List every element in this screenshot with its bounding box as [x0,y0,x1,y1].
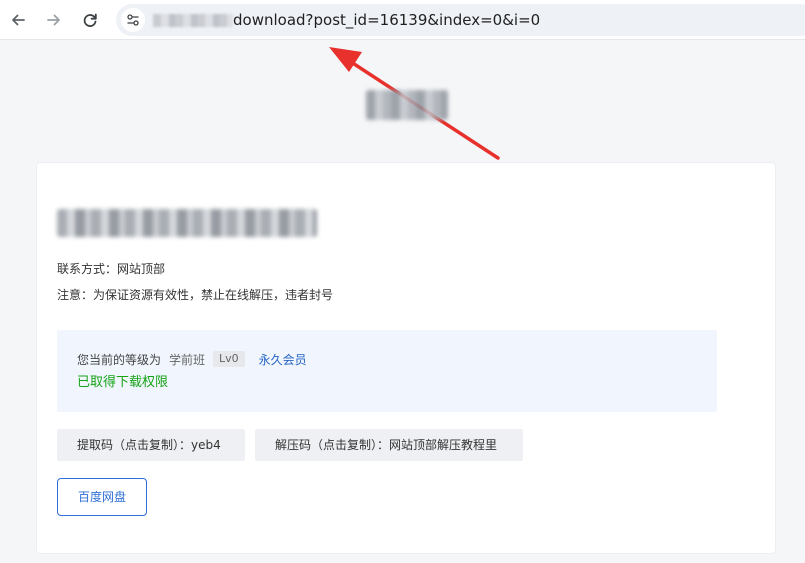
extract-code-chip[interactable]: 提取码（点击复制）：yeb4 [57,429,245,461]
baidu-pan-download-button[interactable]: 百度网盘 [57,478,147,516]
back-button[interactable] [6,8,30,32]
contact-info: 联系方式：网站顶部 [57,262,166,276]
redacted-site-logo [366,90,448,120]
browser-toolbar: download?post_id=16139&index=0&i=0 [0,0,805,40]
redacted-post-title [57,209,317,237]
url-text: download?post_id=16139&index=0&i=0 [233,11,541,29]
download-card: 联系方式：网站顶部 注意：为保证资源有效性，禁止在线解压，违者封号 您当前的等级… [36,162,776,554]
permission-status: 已取得下载权限 [77,375,169,390]
notice-text: 注意：为保证资源有效性，禁止在线解压，违者封号 [57,288,334,302]
level-label: 您当前的等级为 [77,352,162,367]
site-info-button[interactable] [121,8,145,32]
level-badge: Lv0 [213,351,245,367]
arrow-left-icon [12,14,25,26]
forward-button[interactable] [42,8,66,32]
member-link[interactable]: 永久会员 [259,351,307,368]
arrow-right-icon [47,14,60,26]
permission-row: 您当前的等级为 学前班 Lv0 永久会员 [77,350,307,368]
redacted-domain [153,14,233,27]
address-bar[interactable]: download?post_id=16139&index=0&i=0 [116,4,805,36]
reload-icon [83,13,97,27]
reload-button[interactable] [78,8,102,32]
level-name: 学前班 [169,352,206,367]
site-settings-icon [127,14,139,26]
permission-box: 您当前的等级为 学前班 Lv0 永久会员 已取得下载权限 [57,330,717,412]
unzip-code-chip[interactable]: 解压码（点击复制）：网站顶部解压教程里 [255,429,523,461]
